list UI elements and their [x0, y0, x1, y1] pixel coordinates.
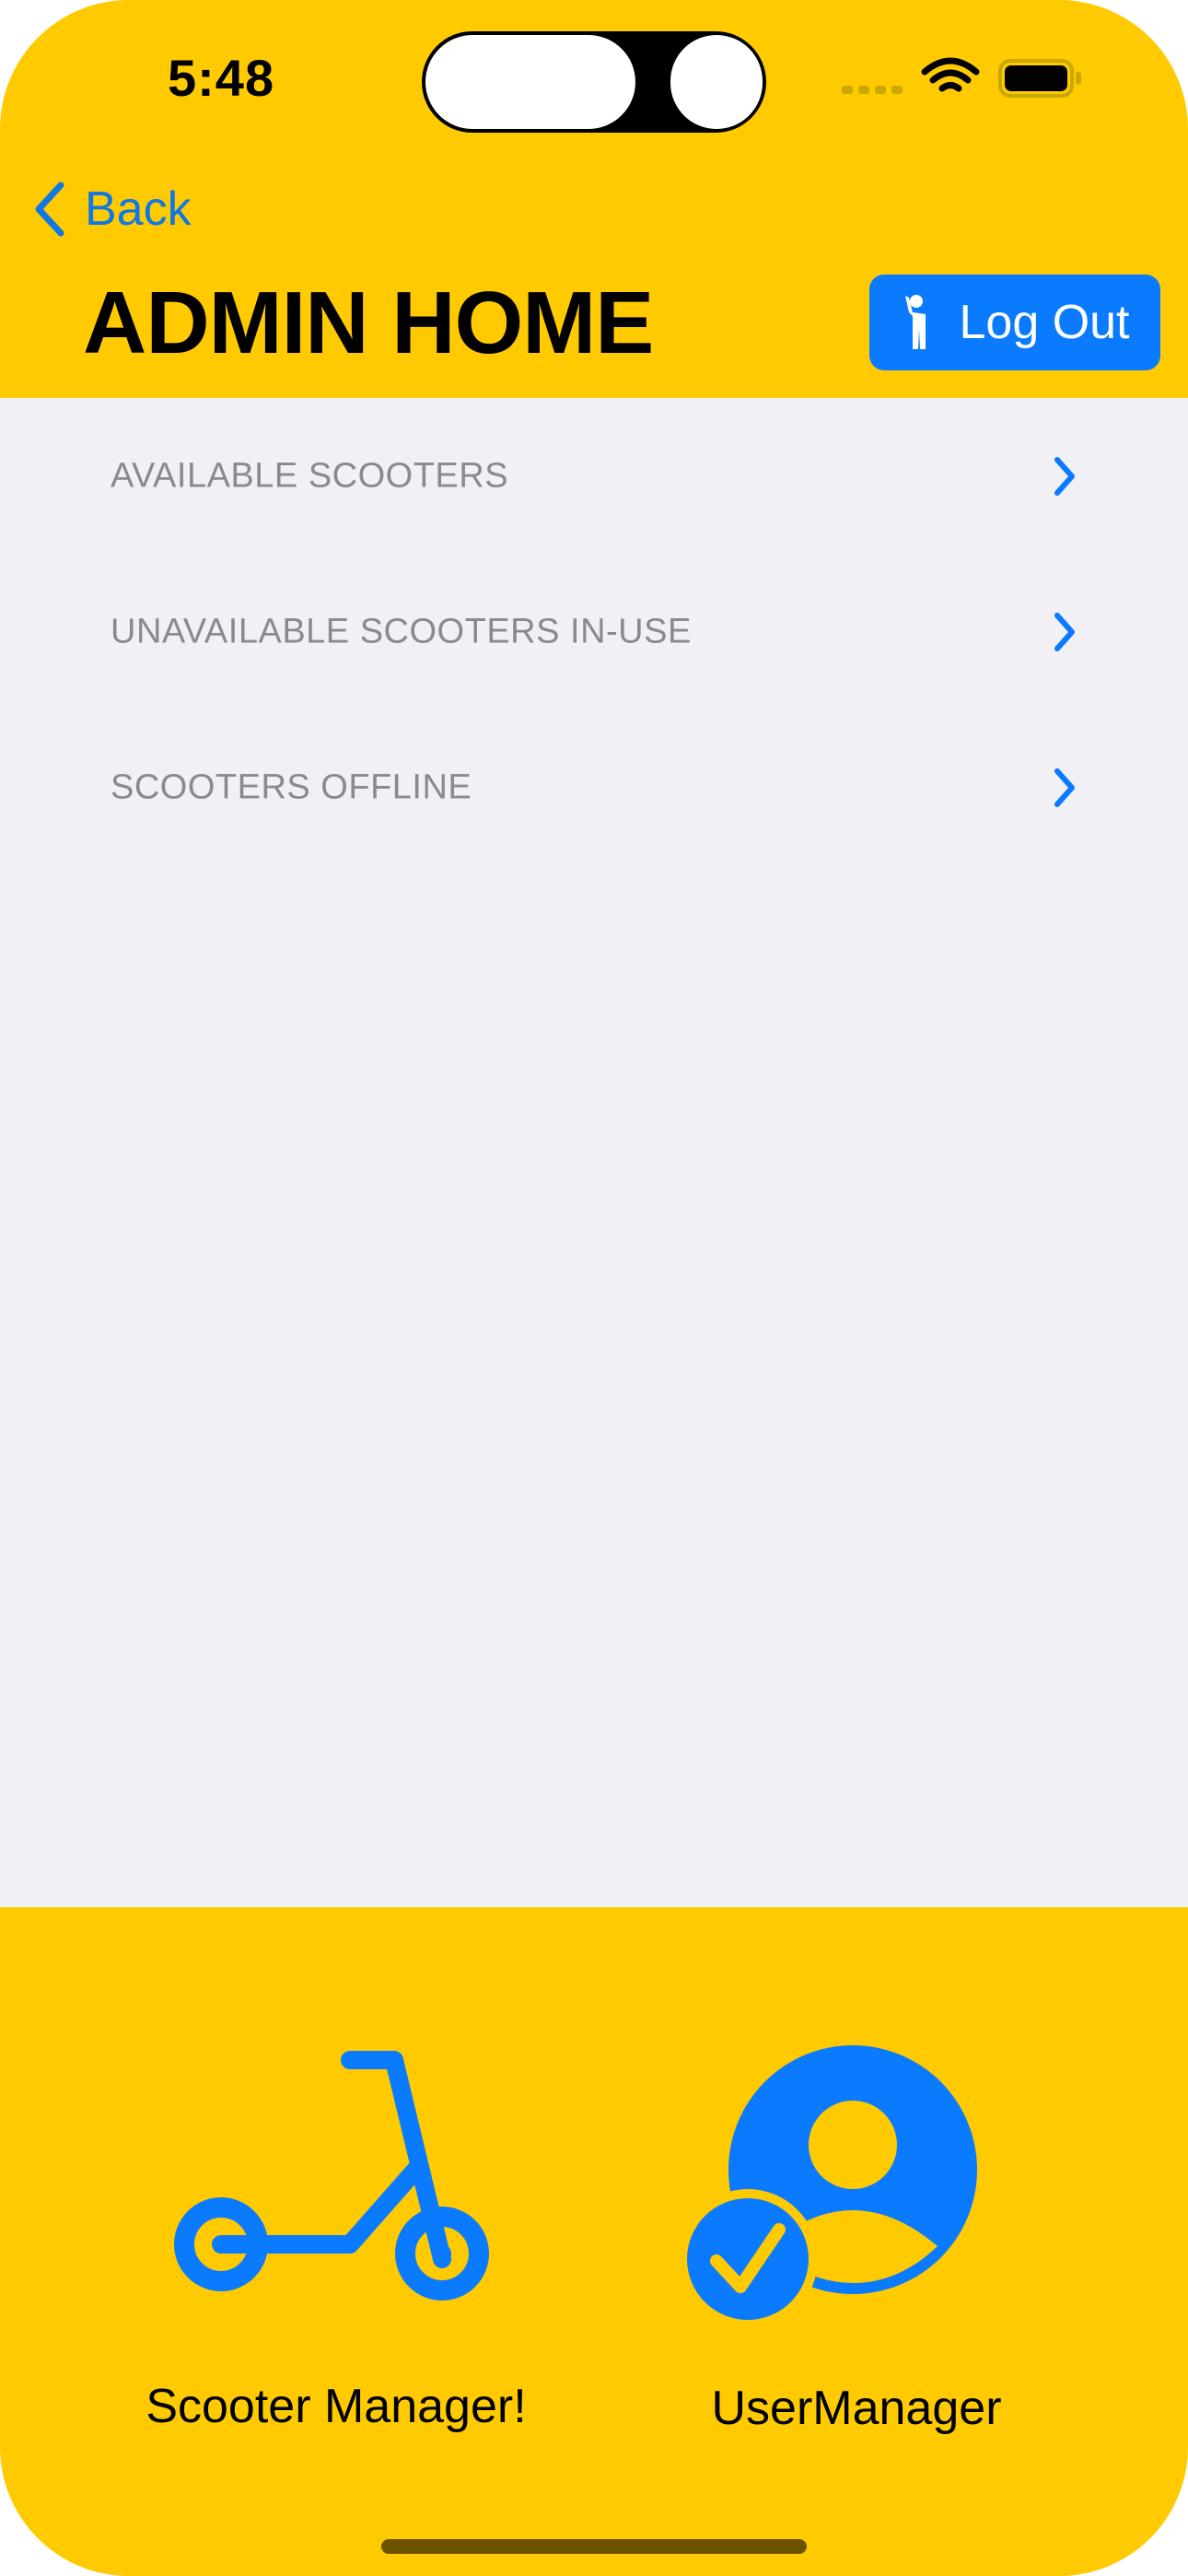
list-item-label: UNAVAILABLE SCOOTERS IN-USE — [111, 612, 692, 650]
island-pill — [425, 35, 635, 129]
app-screen: 5:48 Back ADMIN HOME Log Out AVAILABLE S… — [0, 0, 1188, 2576]
logout-button[interactable]: Log Out — [869, 275, 1160, 370]
list-item-unavailable-scooters[interactable]: UNAVAILABLE SCOOTERS IN-USE — [0, 554, 1188, 709]
figure-wave-icon — [905, 295, 926, 349]
battery-icon — [998, 59, 1081, 98]
status-icons — [842, 57, 1081, 98]
island-dot — [670, 35, 763, 129]
chevron-left-icon — [35, 181, 64, 237]
home-indicator[interactable] — [381, 2539, 807, 2554]
scooter-icon — [174, 2051, 489, 2301]
user-manager-button[interactable]: UserManager — [663, 2045, 1050, 2441]
bottom-tab-bar: Scooter Manager! UserManager — [0, 1907, 1188, 2576]
navigation-header: 5:48 Back ADMIN HOME Log Out — [0, 0, 1188, 398]
scooter-manager-label: Scooter Manager! — [146, 2380, 527, 2433]
person-checkmark-icon — [678, 2045, 977, 2329]
list-item-available-scooters[interactable]: AVAILABLE SCOOTERS — [0, 398, 1188, 554]
scooter-status-list: AVAILABLE SCOOTERS UNAVAILABLE SCOOTERS … — [0, 398, 1188, 865]
wifi-icon — [921, 57, 980, 92]
back-label: Back — [85, 182, 192, 236]
status-time: 5:48 — [168, 49, 275, 107]
list-item-label: SCOOTERS OFFLINE — [111, 767, 472, 806]
chevron-right-icon — [1054, 767, 1075, 807]
chevron-right-icon — [1054, 612, 1075, 651]
user-manager-label: UserManager — [711, 2382, 1002, 2435]
scooter-manager-button[interactable]: Scooter Manager! — [129, 2045, 543, 2441]
back-button[interactable]: Back — [33, 177, 192, 241]
page-title: ADMIN HOME — [83, 274, 654, 372]
dynamic-island — [422, 31, 766, 133]
signal-dots-icon — [842, 86, 903, 94]
list-item-scooters-offline[interactable]: SCOOTERS OFFLINE — [0, 709, 1188, 865]
logout-label: Log Out — [959, 296, 1130, 349]
chevron-right-icon — [1054, 456, 1075, 496]
list-item-label: AVAILABLE SCOOTERS — [111, 456, 509, 495]
